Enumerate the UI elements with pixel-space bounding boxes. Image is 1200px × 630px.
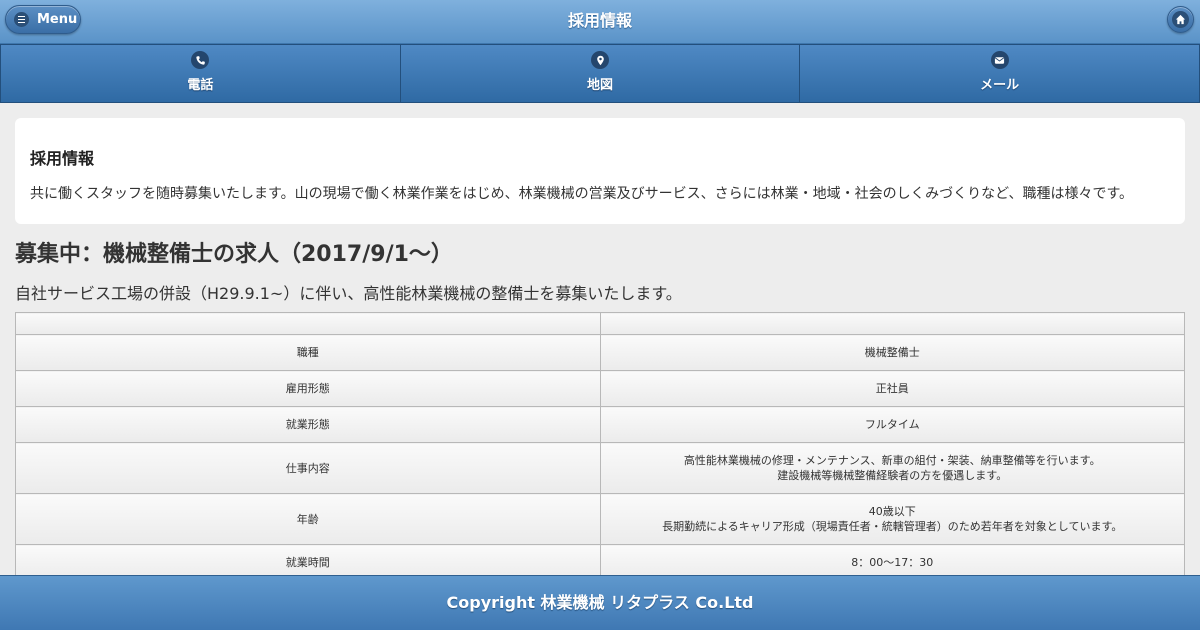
row-value-line: 高性能林業機械の修理・メンテナンス、新車の組付・架装、納車整備等を行います。: [683, 454, 1101, 467]
intro-box: 採用情報 共に働くスタッフを随時募集いたします。山の現場で働く林業作業をはじめ、…: [15, 118, 1185, 224]
intro-text: 共に働くスタッフを随時募集いたします。山の現場で働く林業作業をはじめ、林業機械の…: [30, 186, 1134, 202]
table-row: 就業形態 フルタイム: [15, 406, 1185, 443]
navbar: 電話 地図 メール: [0, 44, 1200, 103]
row-value-line: 長期勤続によるキャリア形成（現場責任者・統轄管理者）のため若年者を対象としていま…: [662, 520, 1123, 533]
row-value: 正社員: [599, 370, 1185, 407]
intro-heading: 採用情報: [30, 149, 95, 168]
nav-label-mail: メール: [980, 78, 1020, 93]
row-value: 機械整備士: [599, 334, 1185, 371]
header: Menu 採用情報: [0, 0, 1200, 44]
row-value-line: 8：00～17：30: [851, 556, 934, 569]
copyright-text: Copyright 林業機械 リタプラス Co.Ltd: [446, 593, 754, 612]
table-row: 職種 機械整備士: [15, 334, 1185, 371]
table-row: 雇用形態 正社員: [15, 370, 1185, 407]
table-row: 就業時間 8：00～17：30: [15, 544, 1185, 575]
row-value: フルタイム: [599, 406, 1185, 443]
nav-label-map: 地図: [587, 78, 614, 93]
page-title: 採用情報: [567, 11, 632, 30]
row-value-line: 機械整備士: [864, 346, 920, 359]
row-value-line: 正社員: [875, 382, 909, 395]
row-label: 職種: [15, 334, 601, 371]
row-value-line: 建設機械等機械整備経験者の方を優遇します。: [777, 469, 1008, 482]
footer: Copyright 林業機械 リタプラス Co.Ltd: [0, 575, 1200, 630]
job-description: 自社サービス工場の併設（H29.9.1~）に伴い、高性能林業機械の整備士を募集い…: [15, 284, 682, 303]
nav-label-phone: 電話: [187, 78, 214, 93]
nav-item-map[interactable]: 地図: [400, 44, 801, 103]
map-pin-icon: [591, 51, 609, 69]
table-row: 仕事内容 高性能林業機械の修理・メンテナンス、新車の組付・架装、納車整備等を行い…: [15, 442, 1185, 494]
row-value: 高性能林業機械の修理・メンテナンス、新車の組付・架装、納車整備等を行います。 建…: [599, 442, 1185, 494]
row-value: 8：00～17：30: [599, 544, 1185, 575]
table-header-row: [15, 312, 1185, 335]
row-value-line: 40歳以下: [868, 505, 916, 518]
home-button[interactable]: [1167, 6, 1194, 33]
phone-icon: [191, 51, 210, 69]
job-table: 職種 機械整備士 雇用形態 正社員 就業形態 フルタイム 仕事内容 高性能林業機…: [15, 312, 1185, 575]
table-row: 年齢 40歳以下 長期勤続によるキャリア形成（現場責任者・統轄管理者）のため若年…: [15, 493, 1185, 545]
row-label: 就業形態: [15, 406, 601, 443]
row-value-line: フルタイム: [864, 418, 920, 431]
row-label: 年齢: [15, 493, 601, 545]
job-title: 募集中：機械整備士の求人（2017/9/1～）: [15, 242, 453, 267]
home-icon: [1172, 11, 1189, 28]
mail-icon: [990, 51, 1009, 69]
main-content: 採用情報 共に働くスタッフを随時募集いたします。山の現場で働く林業作業をはじめ、…: [0, 103, 1200, 575]
table-header-cell: [15, 312, 601, 335]
row-label: 仕事内容: [15, 442, 601, 494]
nav-item-mail[interactable]: メール: [800, 44, 1200, 103]
row-value: 40歳以下 長期勤続によるキャリア形成（現場責任者・統轄管理者）のため若年者を対…: [599, 493, 1185, 545]
row-label: 就業時間: [15, 544, 601, 575]
table-header-cell: [599, 312, 1185, 335]
nav-item-phone[interactable]: 電話: [0, 44, 401, 103]
row-label: 雇用形態: [15, 370, 601, 407]
